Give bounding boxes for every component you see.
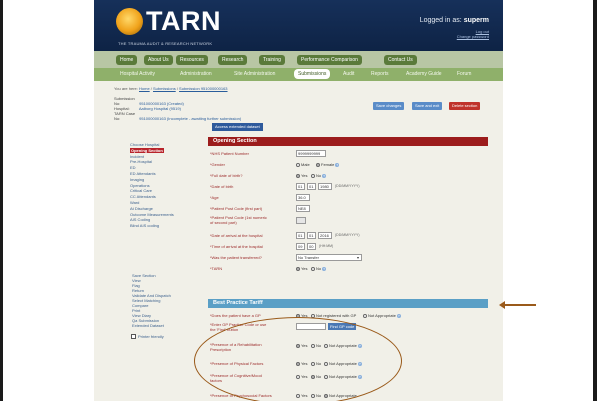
arrival-day-input[interactable]: 01 bbox=[296, 232, 305, 239]
tarn-logo-icon bbox=[116, 8, 143, 35]
age-input[interactable]: 36.0 bbox=[296, 194, 310, 201]
logo-subtitle: THE TRAUMA AUDIT & RESEARCH NETWORK bbox=[118, 41, 213, 46]
save-and-exit-button[interactable]: Save and exit bbox=[412, 102, 443, 110]
help-icon: ? bbox=[322, 266, 327, 271]
tarn-no-radio[interactable]: No? bbox=[311, 266, 327, 271]
nav-academy-guide[interactable]: Academy Guide bbox=[406, 71, 442, 77]
transfer-select[interactable]: No Transfer ▾ bbox=[296, 254, 362, 261]
breadcrumb-submissions[interactable]: Submissions bbox=[153, 86, 176, 91]
window-frame-left bbox=[0, 0, 3, 401]
breadcrumb: You are here: Home / Submissions / Submi… bbox=[114, 86, 228, 91]
secondary-nav: Hospital Activity Administration Site Ad… bbox=[94, 68, 503, 81]
nav-performance-comparison[interactable]: Performance Comparison bbox=[297, 55, 362, 65]
save-changes-button[interactable]: Save changes bbox=[373, 102, 405, 110]
annotation-ellipse bbox=[194, 317, 402, 401]
nav-research[interactable]: Research bbox=[218, 55, 248, 65]
chevron-down-icon: ▾ bbox=[356, 255, 359, 260]
printer-friendly-link[interactable]: Printer friendly bbox=[131, 334, 164, 340]
nav-reports[interactable]: Reports bbox=[371, 71, 389, 77]
logged-in-info: Logged in as: superm bbox=[419, 17, 489, 24]
gender-male-radio[interactable]: Male bbox=[296, 162, 310, 167]
dob-day-input[interactable]: 01 bbox=[296, 183, 305, 190]
primary-nav: Home About Us Resources Research Trainin… bbox=[94, 51, 503, 68]
dob-month-input[interactable]: 01 bbox=[307, 183, 316, 190]
help-icon: ? bbox=[335, 162, 340, 167]
case-number: 951000000163 (Incomplete - awaiting furt… bbox=[139, 116, 242, 121]
logo-text: TARN bbox=[146, 6, 221, 36]
arrival-hour-input[interactable]: 09 bbox=[296, 243, 305, 250]
help-icon: ? bbox=[396, 313, 401, 318]
nav-administration[interactable]: Administration bbox=[180, 71, 212, 77]
nhs-number-input[interactable]: 9999999999 bbox=[296, 150, 326, 157]
nav-about-us[interactable]: About Us bbox=[144, 55, 173, 65]
arrival-minute-input[interactable]: 00 bbox=[307, 243, 316, 250]
best-practice-tariff-header: Best Practice Tariff bbox=[208, 299, 488, 308]
sidebar-item[interactable]: Blind AIS coding bbox=[130, 223, 174, 229]
nav-hospital-activity[interactable]: Hospital Activity bbox=[120, 71, 155, 77]
gp-not-appropriate-radio[interactable]: Not Appropriate? bbox=[363, 313, 401, 318]
gender-female-radio[interactable]: Female? bbox=[316, 162, 340, 167]
tool-extended-dataset[interactable]: Extended Dataset bbox=[132, 323, 171, 328]
opening-section-header: Opening Section bbox=[208, 137, 488, 146]
help-icon: ? bbox=[322, 173, 327, 178]
delete-section-button[interactable]: Delete section bbox=[449, 102, 481, 110]
dob-known-yes-radio[interactable]: Yes bbox=[296, 173, 308, 178]
window-frame-right bbox=[593, 0, 597, 401]
sidebar-sections: Choose Hospital Opening Section Incident… bbox=[130, 142, 174, 229]
nav-audit[interactable]: Audit bbox=[343, 71, 354, 77]
arrival-year-input[interactable]: 2016 bbox=[318, 232, 332, 239]
breadcrumb-current[interactable]: Submission 951000000163 bbox=[179, 86, 227, 91]
breadcrumb-home[interactable]: Home bbox=[139, 86, 150, 91]
dob-known-no-radio[interactable]: No? bbox=[311, 173, 327, 178]
nav-site-administration[interactable]: Site Administration bbox=[234, 71, 275, 77]
nav-submissions[interactable]: Submissions bbox=[294, 69, 331, 79]
nav-forum[interactable]: Forum bbox=[457, 71, 471, 77]
postcode2-input[interactable] bbox=[296, 217, 306, 224]
sidebar-tools: Save Section View Flag Return Validate A… bbox=[132, 273, 171, 328]
nav-home[interactable]: Home bbox=[116, 55, 138, 65]
access-extended-dataset-button[interactable]: Access extended dataset bbox=[212, 123, 263, 131]
arrival-month-input[interactable]: 01 bbox=[307, 232, 316, 239]
nav-resources[interactable]: Resources bbox=[176, 55, 208, 65]
nav-contact-us[interactable]: Contact Us bbox=[384, 55, 417, 65]
site-header: TARN THE TRAUMA AUDIT & RESEARCH NETWORK… bbox=[94, 0, 503, 51]
submission-info: Submission No: 951000000163 (Created) Ho… bbox=[114, 96, 242, 121]
dob-year-input[interactable]: 1980 bbox=[318, 183, 332, 190]
tarn-yes-radio[interactable]: Yes bbox=[296, 266, 308, 271]
annotation-arrow-icon bbox=[499, 301, 536, 309]
postcode-input[interactable]: NE8 bbox=[296, 205, 310, 212]
change-password-link[interactable]: Change password bbox=[457, 34, 489, 39]
printer-icon bbox=[131, 334, 136, 340]
nav-training[interactable]: Training bbox=[259, 55, 285, 65]
